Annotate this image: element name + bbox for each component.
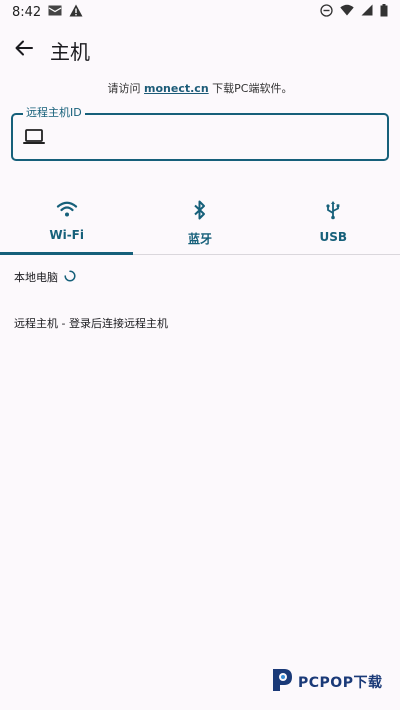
arrow-back-icon	[15, 40, 33, 60]
mail-icon	[48, 5, 62, 20]
alert-icon	[69, 4, 83, 21]
tab-bluetooth[interactable]: 蓝牙	[133, 192, 266, 254]
pcpop-watermark: PCPOP下载	[270, 667, 382, 697]
hint-suffix: 下载PC端软件。	[208, 82, 293, 95]
app-bar: 主机	[0, 28, 400, 72]
tab-usb-label: USB	[319, 230, 348, 244]
tab-usb[interactable]: USB	[267, 192, 400, 254]
tab-bluetooth-label: 蓝牙	[187, 232, 212, 246]
remote-host-id-input[interactable]	[55, 123, 379, 153]
local-computer-row: 本地电脑	[14, 269, 76, 285]
page-title: 主机	[50, 39, 90, 64]
tab-wifi-label: Wi-Fi	[49, 228, 84, 242]
field-label: 远程主机ID	[23, 106, 85, 120]
wifi-icon	[340, 4, 354, 20]
status-time: 8:42	[12, 4, 42, 20]
usb-icon	[325, 200, 341, 224]
remote-host-label: 远程主机 - 登录后连接远程主机	[14, 317, 168, 330]
watermark-brand: PCPOP下载	[298, 675, 383, 691]
battery-icon	[380, 3, 388, 21]
laptop-icon	[23, 129, 45, 149]
download-hint: 请访问 monect.cn 下载PC端软件。	[0, 80, 400, 96]
loading-spinner-icon	[64, 269, 76, 285]
back-button[interactable]	[0, 28, 48, 72]
bluetooth-icon	[193, 200, 207, 224]
connection-tabs: Wi-Fi 蓝牙 USB	[0, 192, 400, 255]
signal-icon	[361, 4, 373, 20]
remote-host-id-field[interactable]: 远程主机ID	[11, 106, 389, 161]
remote-host-row[interactable]: 远程主机 - 登录后连接远程主机	[14, 315, 168, 331]
wifi-icon	[56, 200, 78, 222]
monect-link[interactable]: monect.cn	[144, 82, 209, 95]
tab-wifi[interactable]: Wi-Fi	[0, 192, 133, 255]
hint-prefix: 请访问	[107, 82, 145, 95]
selected-tab-indicator	[0, 252, 133, 255]
local-computer-label: 本地电脑	[14, 271, 58, 284]
status-bar: 8:42	[0, 0, 400, 24]
do-not-disturb-icon	[320, 3, 333, 21]
pcpop-logo-icon	[270, 667, 294, 697]
